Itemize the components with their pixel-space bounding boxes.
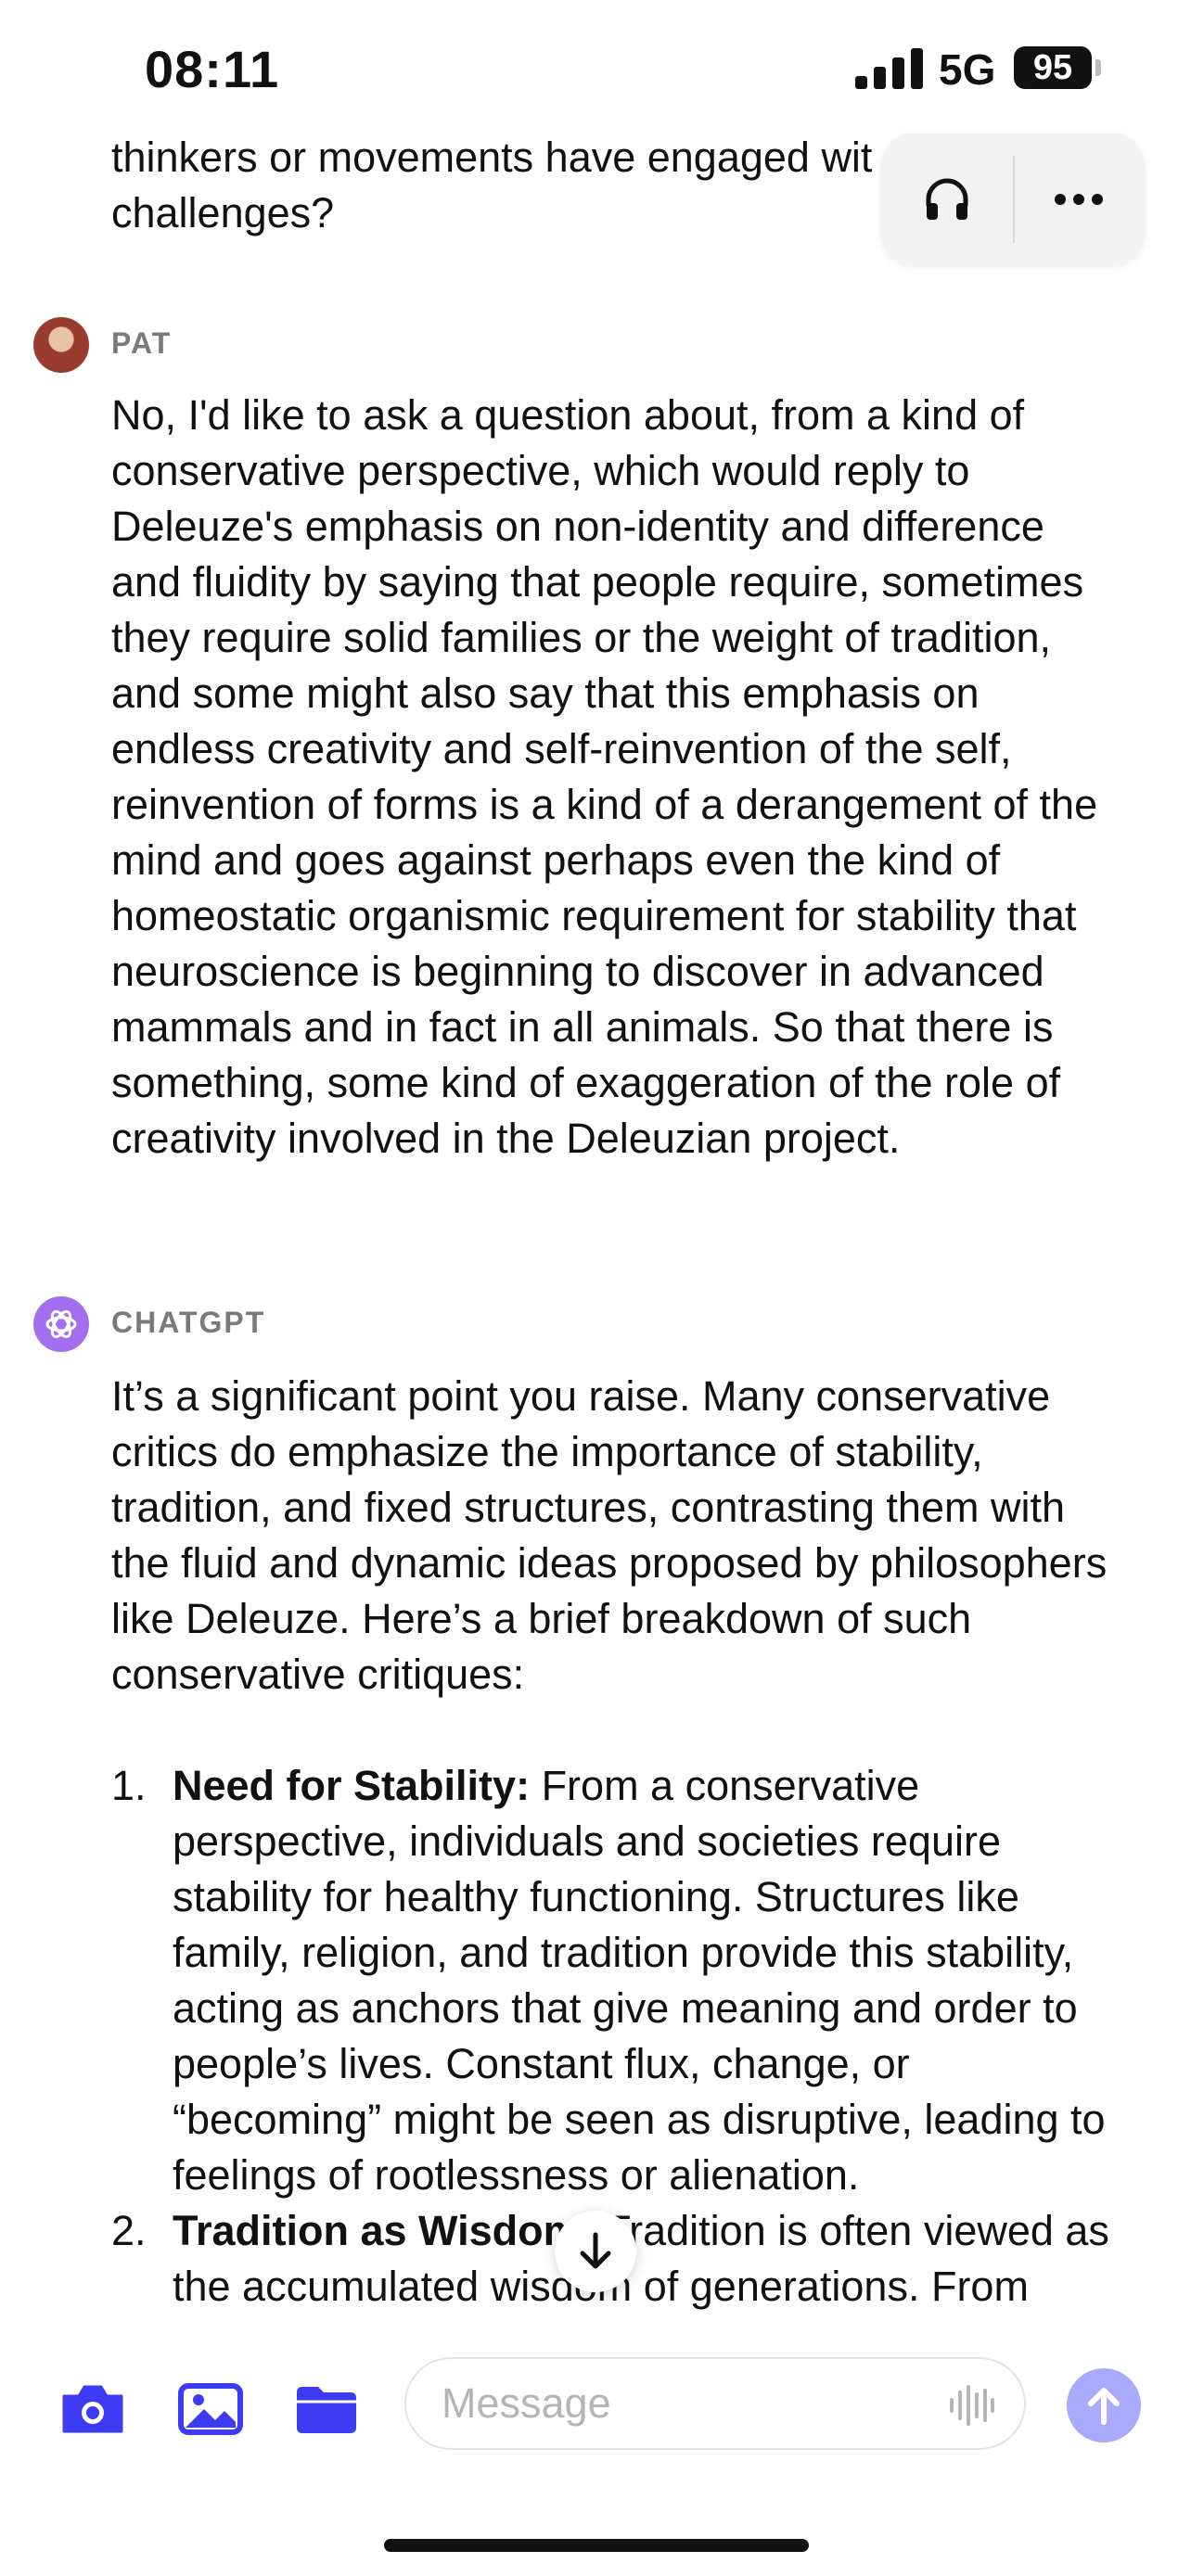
list-item-title: Tradition as Wisdom:	[173, 2207, 595, 2254]
send-button[interactable]	[1067, 2368, 1141, 2442]
network-type: 5G	[939, 45, 996, 94]
battery-level: 95	[1032, 48, 1073, 87]
more-options-button[interactable]	[1013, 134, 1145, 265]
list-number: 2.	[111, 2207, 147, 2254]
speaker-label-user: PAT	[111, 326, 173, 360]
assistant-message-intro: It’s a significant point you raise. Many…	[111, 1372, 1108, 1698]
message-input[interactable]	[440, 2378, 926, 2429]
files-button[interactable]	[289, 2372, 364, 2446]
camera-button[interactable]	[56, 2372, 130, 2446]
user-message: No, I'd like to ask a question about, fr…	[111, 391, 1098, 1162]
list-item: 1. Need for Stability: From a conservati…	[111, 1758, 1122, 2203]
scroll-to-bottom-button[interactable]	[555, 2211, 636, 2292]
list-item-title: Need for Stability:	[173, 1762, 531, 1809]
battery-tip	[1095, 59, 1101, 76]
photo-icon	[178, 2383, 243, 2435]
home-indicator	[384, 2539, 809, 2552]
message-input-container[interactable]	[404, 2357, 1026, 2450]
voice-waveform-icon[interactable]	[948, 2383, 996, 2428]
chatgpt-logo-icon	[45, 1310, 77, 1338]
previous-message-tail: thinkers or movements have engaged wit c…	[111, 130, 890, 241]
more-horizontal-icon	[1055, 194, 1103, 205]
user-avatar	[33, 317, 89, 373]
chatgpt-avatar	[33, 1296, 89, 1352]
list-item-text: From a conservative perspective, individ…	[173, 1762, 1106, 2199]
status-bar: 08:11 5G 95	[0, 0, 1191, 139]
message-composer	[0, 2318, 1191, 2576]
floating-toolbar	[881, 134, 1145, 265]
headphones-icon	[926, 178, 968, 220]
list-number: 1.	[111, 1762, 147, 1809]
camera-icon	[62, 2385, 123, 2433]
send-arrow-icon	[1088, 2388, 1120, 2425]
photo-library-button[interactable]	[173, 2372, 248, 2446]
arrow-down-icon	[580, 2232, 611, 2269]
previous-message-line: thinkers or movements have engaged wit	[111, 134, 873, 181]
speaker-label-assistant: CHATGPT	[111, 1306, 266, 1339]
battery-indicator: 95	[1014, 46, 1092, 89]
status-time: 08:11	[145, 40, 280, 98]
cellular-signal-icon	[855, 48, 923, 89]
previous-message-line: challenges?	[111, 189, 335, 236]
headphones-button[interactable]	[881, 134, 1013, 265]
folder-icon	[297, 2387, 356, 2433]
